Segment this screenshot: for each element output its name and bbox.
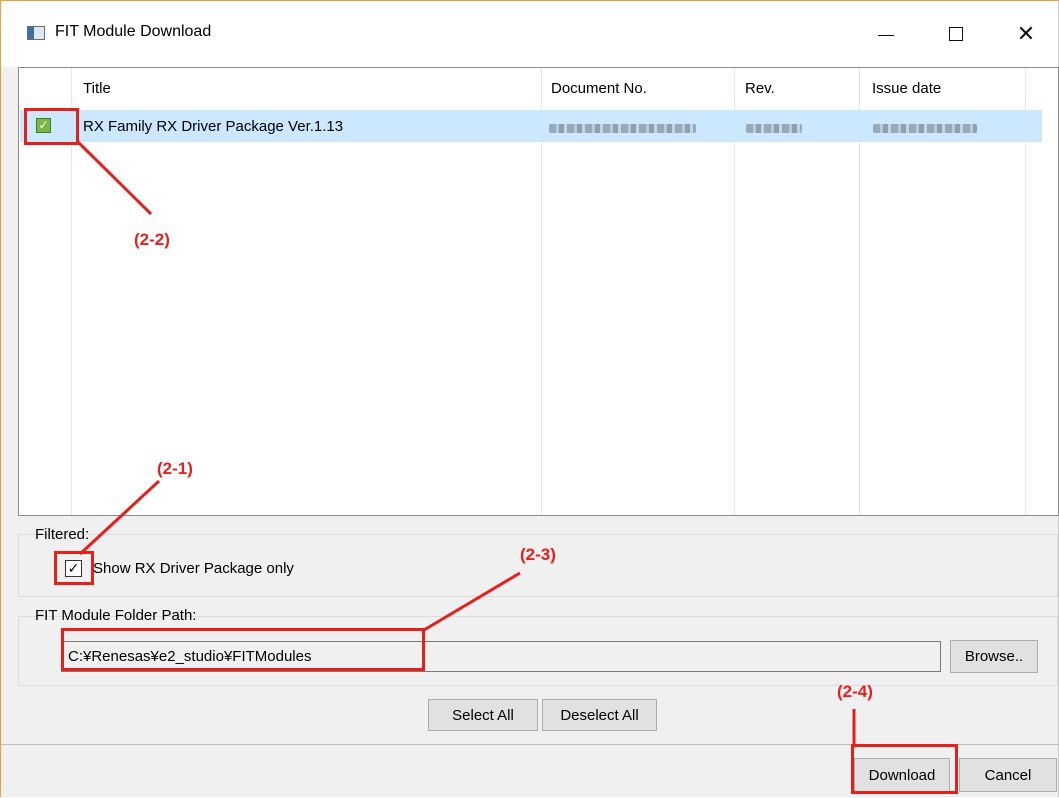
annotation-label-2-2: (2-2) <box>134 230 170 249</box>
filter-group-label: Filtered: <box>35 526 90 543</box>
show-rx-driver-label[interactable]: Show RX Driver Package only <box>93 560 294 577</box>
annotation-label-2-3: (2-3) <box>520 545 556 564</box>
app-window-icon <box>27 26 45 40</box>
annotation-box-2-3 <box>61 628 425 671</box>
folder-path-group-label: FIT Module Folder Path: <box>35 607 197 624</box>
deselect-all-button[interactable]: Deselect All <box>542 699 657 731</box>
column-header-document-no[interactable]: Document No. <box>551 80 647 97</box>
select-all-button[interactable]: Select All <box>428 699 538 731</box>
rev-blurred <box>746 124 802 133</box>
minimize-button[interactable] <box>863 17 909 51</box>
browse-button[interactable]: Browse.. <box>950 640 1038 673</box>
annotation-box-2-2 <box>24 108 79 145</box>
annotation-label-2-1: (2-1) <box>157 459 193 478</box>
column-header-rev[interactable]: Rev. <box>745 80 775 97</box>
close-button[interactable]: ✕ <box>1003 17 1049 51</box>
fit-module-download-dialog: FIT Module Download ✕ Title Document No.… <box>0 0 1059 797</box>
title-bar: FIT Module Download ✕ <box>1 1 1058 67</box>
annotation-box-2-4 <box>851 744 958 794</box>
annotation-box-2-1 <box>54 551 94 585</box>
cancel-button[interactable]: Cancel <box>959 758 1057 792</box>
annotation-label-2-4: (2-4) <box>837 682 873 701</box>
column-header-issue-date[interactable]: Issue date <box>872 80 941 97</box>
annotation-line-2-4 <box>852 709 856 748</box>
column-header-title[interactable]: Title <box>83 80 111 97</box>
row-title-cell: RX Family RX Driver Package Ver.1.13 <box>83 118 344 135</box>
maximize-icon <box>949 27 963 41</box>
close-icon: ✕ <box>1016 21 1036 46</box>
maximize-button[interactable] <box>933 17 979 51</box>
issue-date-blurred <box>873 124 977 133</box>
window-title: FIT Module Download <box>55 23 212 40</box>
module-table[interactable]: Title Document No. Rev. Issue date ✓ RX … <box>18 67 1059 516</box>
minimize-icon <box>878 34 894 36</box>
document-no-blurred <box>549 124 696 133</box>
